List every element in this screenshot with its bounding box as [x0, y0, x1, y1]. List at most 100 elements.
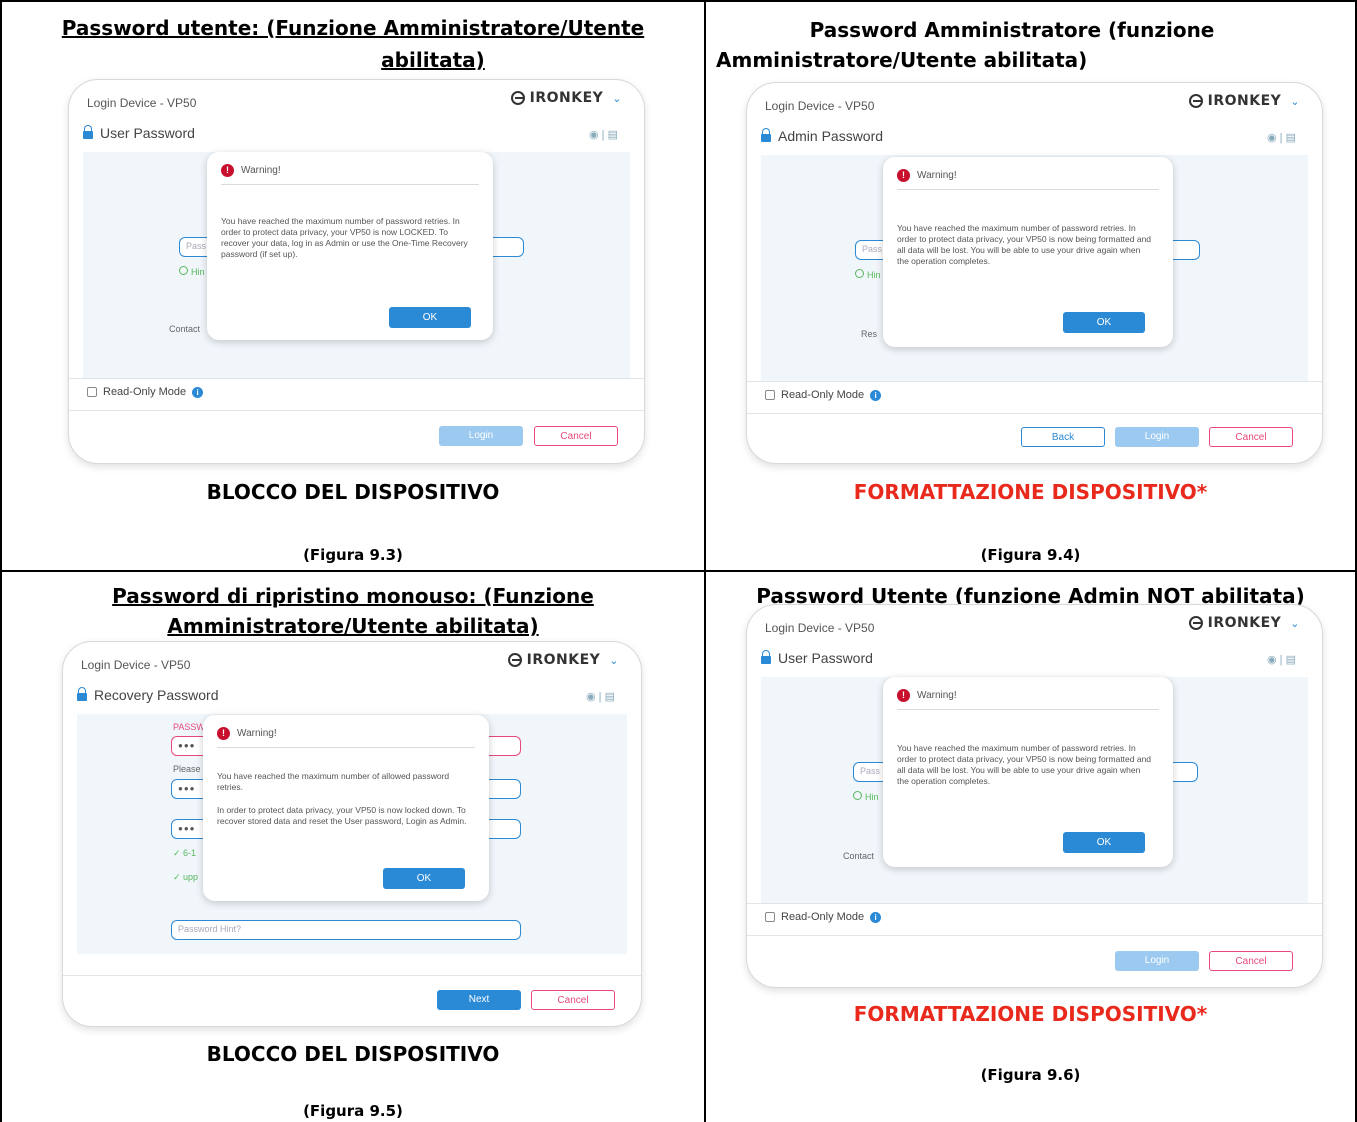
warning-icon: !: [221, 164, 234, 177]
please-stub: Please: [173, 764, 201, 774]
password-hint-input[interactable]: Password Hint?: [171, 920, 521, 940]
login-window: Login Device - VP50 IRONKEY ⌄ User Passw…: [746, 604, 1323, 988]
lock-icon: [77, 687, 87, 701]
contact-link[interactable]: Contact: [169, 324, 200, 334]
dialog-divider: [897, 709, 1159, 710]
password-heading: User Password: [83, 125, 195, 141]
ok-button[interactable]: OK: [389, 307, 471, 328]
divider: [747, 935, 1322, 936]
cell-title-line-1: Password di ripristino monouso: (Funzion…: [112, 584, 594, 608]
window-title: Login Device - VP50: [765, 621, 875, 635]
chevron-down-icon[interactable]: ⌄: [1290, 95, 1300, 108]
password-dots: ●●●: [178, 824, 196, 833]
hint-radio[interactable]: Hin: [855, 269, 881, 280]
checkbox-icon[interactable]: [765, 390, 775, 400]
cell-admin-password: Password Amministratore (funzione Ammini…: [706, 2, 1355, 570]
warning-icon: !: [897, 169, 910, 182]
brand-name: IRONKEY: [529, 90, 604, 106]
radio-icon: [853, 791, 862, 800]
cancel-button[interactable]: Cancel: [1209, 427, 1293, 447]
password-placeholder: Pass: [860, 766, 881, 776]
password-heading: User Password: [761, 650, 873, 666]
next-button[interactable]: Next: [437, 990, 521, 1010]
cell-title-line-2: abilitata): [381, 48, 485, 72]
info-icon[interactable]: i: [192, 386, 204, 398]
ironkey-logo-icon: [510, 91, 525, 105]
dialog-message-1: You have reached the maximum number of a…: [217, 771, 450, 792]
rule-check-length: ✓ 6-1: [173, 848, 197, 858]
caption: BLOCCO DEL DISPOSITIVO: [206, 1042, 500, 1066]
read-only-option[interactable]: Read-Only Mode i: [87, 386, 204, 398]
keyboard-icon[interactable]: ▤: [605, 691, 615, 703]
hint-radio[interactable]: Hin: [853, 791, 879, 802]
brand: IRONKEY ⌄: [507, 652, 619, 668]
warning-dialog: ! Warning! You have reached the maximum …: [883, 157, 1173, 347]
chevron-down-icon[interactable]: ⌄: [609, 654, 619, 667]
eye-icon[interactable]: ◉: [1267, 654, 1277, 666]
radio-icon: [855, 269, 864, 278]
ok-button[interactable]: OK: [1063, 832, 1145, 853]
reset-link[interactable]: Res: [861, 329, 877, 339]
dialog-header: ! Warning!: [897, 689, 957, 702]
contact-link[interactable]: Contact: [843, 851, 874, 861]
divider: [747, 381, 1322, 382]
ok-button[interactable]: OK: [1063, 312, 1145, 333]
dialog-message: You have reached the maximum number of p…: [897, 743, 1152, 786]
caption: FORMATTAZIONE DISPOSITIVO*: [853, 1002, 1208, 1026]
keyboard-icon[interactable]: ▤: [608, 129, 618, 141]
cancel-button[interactable]: Cancel: [1209, 951, 1293, 971]
hint-stub: Hin: [865, 792, 879, 802]
read-only-option[interactable]: Read-Only Mode i: [765, 911, 882, 923]
login-button[interactable]: Login: [1115, 951, 1199, 971]
rule-check-upper: ✓ upp: [173, 872, 199, 882]
divider: [63, 975, 641, 976]
brand-name: IRONKEY: [1207, 93, 1282, 109]
password-dots: ●●●: [178, 741, 196, 750]
eye-icon[interactable]: ◉: [589, 129, 599, 141]
info-icon[interactable]: i: [870, 911, 882, 923]
keyboard-icon[interactable]: ▤: [1286, 132, 1296, 144]
login-button[interactable]: Login: [439, 426, 523, 446]
cell-user-password-no-admin: Password Utente (funzione Admin NOT abil…: [706, 572, 1355, 1122]
dialog-divider: [221, 184, 479, 185]
cell-recovery-password: Password di ripristino monouso: (Funzion…: [2, 572, 704, 1122]
checkbox-icon[interactable]: [765, 912, 775, 922]
dialog-divider: [217, 747, 475, 748]
warning-dialog: ! Warning! You have reached the maximum …: [207, 152, 493, 340]
cancel-button[interactable]: Cancel: [534, 426, 618, 446]
dialog-header: ! Warning!: [217, 727, 277, 740]
eye-icon[interactable]: ◉: [1267, 132, 1277, 144]
chevron-down-icon[interactable]: ⌄: [612, 92, 622, 105]
password-heading: Recovery Password: [77, 687, 219, 703]
cell-title-line-1: Password Amministratore (funzione: [809, 18, 1215, 42]
checkbox-icon[interactable]: [87, 387, 97, 397]
read-only-label: Read-Only Mode: [781, 911, 865, 923]
password-label: User Password: [100, 125, 195, 141]
dialog-header: ! Warning!: [221, 164, 281, 177]
read-only-option[interactable]: Read-Only Mode i: [765, 389, 882, 401]
document-table: Password utente: (Funzione Amministrator…: [0, 0, 1357, 1122]
eye-icon[interactable]: ◉: [586, 691, 596, 703]
warning-icon: !: [897, 689, 910, 702]
toolbar-icons: ◉ | ▤: [586, 691, 615, 703]
dialog-title: Warning!: [237, 728, 277, 739]
password-placeholder: Pass: [862, 244, 883, 254]
lock-icon: [761, 128, 771, 142]
cell-title-line-2: Amministratore/Utente abilitata): [167, 614, 539, 638]
caption: FORMATTAZIONE DISPOSITIVO*: [853, 480, 1208, 504]
divider: [747, 413, 1322, 414]
hint-radio[interactable]: Hin: [179, 266, 205, 277]
info-icon[interactable]: i: [870, 389, 882, 401]
toolbar-icons: ◉ | ▤: [1267, 132, 1296, 144]
chevron-down-icon[interactable]: ⌄: [1290, 617, 1300, 630]
login-window: Login Device - VP50 IRONKEY ⌄ Admin Pass…: [746, 82, 1323, 464]
back-button[interactable]: Back: [1021, 427, 1105, 447]
keyboard-icon[interactable]: ▤: [1286, 654, 1296, 666]
login-button[interactable]: Login: [1115, 427, 1199, 447]
ok-button[interactable]: OK: [383, 868, 465, 889]
cancel-button[interactable]: Cancel: [531, 990, 615, 1010]
divider: [747, 903, 1322, 904]
brand: IRONKEY ⌄: [510, 90, 622, 106]
window-title: Login Device - VP50: [87, 96, 197, 110]
dialog-title: Warning!: [917, 170, 957, 181]
